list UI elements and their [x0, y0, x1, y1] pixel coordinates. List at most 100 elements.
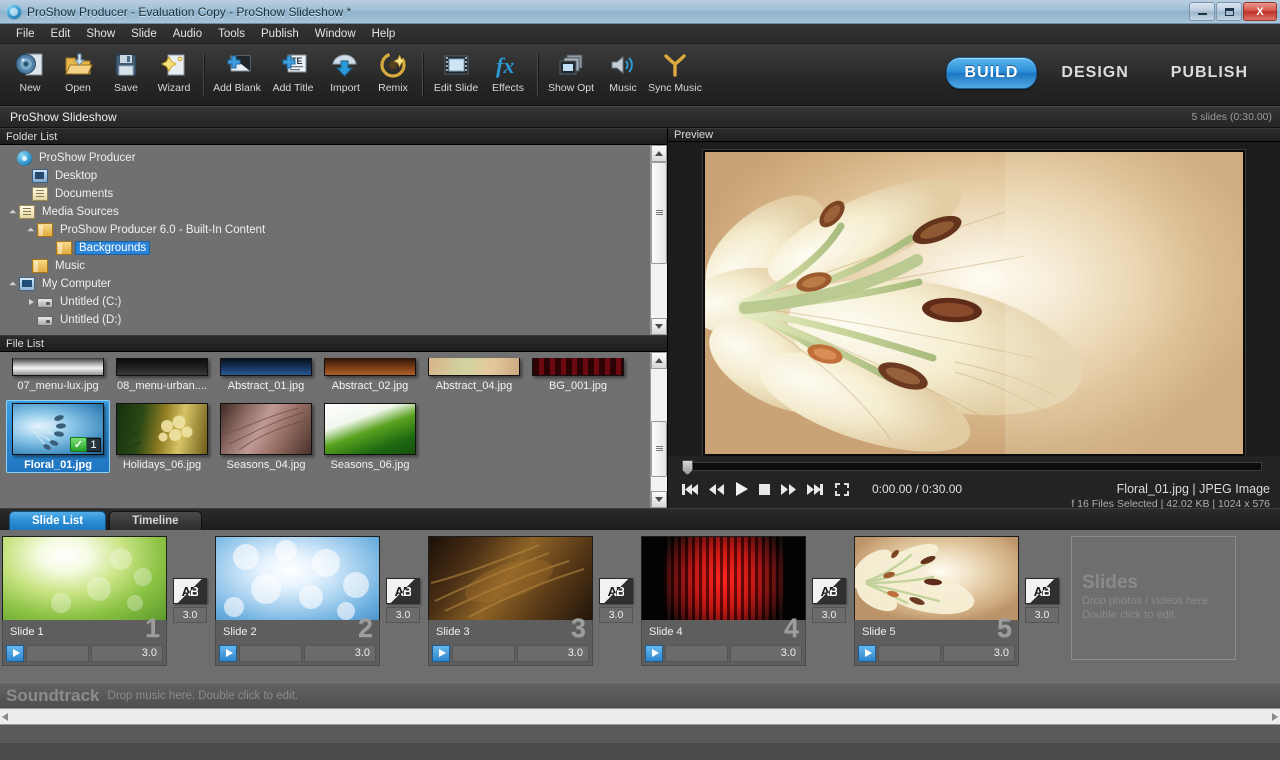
menu-help[interactable]: Help: [364, 26, 404, 42]
slide-thumbnail[interactable]: [854, 536, 1019, 620]
tree-item-documents[interactable]: Documents: [4, 185, 650, 203]
file-item[interactable]: Abstract_01.jpg: [214, 358, 318, 394]
transition-ab-icon[interactable]: AB: [812, 578, 846, 604]
file-item[interactable]: Abstract_04.jpg: [422, 358, 526, 394]
tree-twisty[interactable]: [6, 153, 17, 164]
scroll-thumb[interactable]: [651, 162, 667, 264]
fast-forward-icon[interactable]: [780, 483, 797, 496]
slide-thumbnail[interactable]: [641, 536, 806, 620]
soundtrack-bar[interactable]: Soundtrack Drop music here. Double click…: [0, 682, 1280, 708]
slide-play-button[interactable]: [432, 644, 450, 662]
transition-duration[interactable]: 3.0: [599, 607, 633, 623]
mode-publish-button[interactable]: PUBLISH: [1153, 58, 1266, 88]
slide-duration[interactable]: 3.0: [517, 644, 589, 662]
toolbar-remix-button[interactable]: Remix: [369, 46, 417, 104]
mode-build-button[interactable]: BUILD: [945, 57, 1038, 89]
play-icon[interactable]: [734, 481, 749, 497]
transition-item[interactable]: AB 3.0: [594, 536, 638, 623]
transition-item[interactable]: AB 3.0: [1020, 536, 1064, 623]
file-item[interactable]: Holidays_06.jpg: [110, 400, 214, 473]
slide-item[interactable]: Slide 1 1 3.0: [2, 536, 167, 666]
file-grid[interactable]: 07_menu-lux.jpg 08_menu-urban.... Abstra…: [0, 352, 650, 508]
toolbar-save-button[interactable]: Save: [102, 46, 150, 104]
toolbar-wizard-button[interactable]: Wizard: [150, 46, 198, 104]
scroll-up-icon[interactable]: [651, 352, 667, 369]
transition-item[interactable]: AB 3.0: [168, 536, 212, 623]
tree-item-proshow-producer[interactable]: ProShow Producer: [4, 149, 650, 167]
tree-twisty-expanded-icon[interactable]: [26, 225, 37, 236]
transition-ab-icon[interactable]: AB: [386, 578, 420, 604]
toolbar-add-blank-button[interactable]: Add Blank: [209, 46, 265, 104]
folder-list-scrollbar[interactable]: [650, 145, 667, 335]
slide-thumbnail[interactable]: [428, 536, 593, 620]
toolbar-import-button[interactable]: Import: [321, 46, 369, 104]
menu-edit[interactable]: Edit: [43, 26, 79, 42]
scroll-left-icon[interactable]: [2, 712, 8, 721]
toolbar-effects-button[interactable]: fx Effects: [484, 46, 532, 104]
preview-image[interactable]: [703, 150, 1245, 457]
slides-dropzone[interactable]: Slides Drop photos / videos here. Double…: [1071, 536, 1236, 660]
mode-design-button[interactable]: DESIGN: [1043, 58, 1146, 88]
tree-item-desktop[interactable]: Desktop: [4, 167, 650, 185]
transition-ab-icon[interactable]: AB: [599, 578, 633, 604]
tab-timeline[interactable]: Timeline: [109, 511, 202, 530]
menu-slide[interactable]: Slide: [123, 26, 165, 42]
menu-tools[interactable]: Tools: [210, 26, 253, 42]
horizontal-scrollbar[interactable]: [0, 708, 1280, 725]
file-item[interactable]: Seasons_04.jpg: [214, 400, 318, 473]
toolbar-show-opt-button[interactable]: Show Opt: [543, 46, 599, 104]
transition-item[interactable]: AB 3.0: [381, 536, 425, 623]
transition-duration[interactable]: 3.0: [812, 607, 846, 623]
slide-duration[interactable]: 3.0: [730, 644, 802, 662]
stop-icon[interactable]: [758, 483, 771, 496]
slide-list[interactable]: Slide 1 1 3.0 AB 3.0 Slide 2 2 3.0 AB 3.…: [0, 530, 1280, 682]
slide-duration[interactable]: 3.0: [304, 644, 376, 662]
tree-item-drive-d[interactable]: Untitled (D:): [4, 311, 650, 329]
slide-play-button[interactable]: [858, 644, 876, 662]
transition-duration[interactable]: 3.0: [386, 607, 420, 623]
menu-show[interactable]: Show: [78, 26, 123, 42]
toolbar-new-button[interactable]: New: [6, 46, 54, 104]
tree-twisty[interactable]: [26, 315, 37, 326]
slide-caption-field[interactable]: [239, 644, 302, 662]
file-item[interactable]: Abstract_02.jpg: [318, 358, 422, 394]
scroll-down-icon[interactable]: [651, 491, 667, 508]
toolbar-sync-music-button[interactable]: Sync Music: [647, 46, 703, 104]
menu-file[interactable]: File: [8, 26, 43, 42]
scroll-track[interactable]: [651, 162, 667, 318]
file-list-panel[interactable]: 07_menu-lux.jpg 08_menu-urban.... Abstra…: [0, 352, 667, 508]
tree-item-my-computer[interactable]: My Computer: [4, 275, 650, 293]
fullscreen-icon[interactable]: [835, 482, 849, 496]
tree-twisty[interactable]: [21, 189, 32, 200]
file-list-scrollbar[interactable]: [650, 352, 667, 508]
toolbar-edit-slide-button[interactable]: Edit Slide: [428, 46, 484, 104]
file-item[interactable]: Seasons_06.jpg: [318, 400, 422, 473]
menu-publish[interactable]: Publish: [253, 26, 307, 42]
toolbar-add-title-button[interactable]: TE Add Title: [265, 46, 321, 104]
maximize-button[interactable]: [1216, 2, 1242, 21]
slide-item[interactable]: Slide 4 4 3.0: [641, 536, 806, 666]
file-item[interactable]: 07_menu-lux.jpg: [6, 358, 110, 394]
slide-caption-field[interactable]: [26, 644, 89, 662]
close-button[interactable]: X: [1243, 2, 1277, 21]
toolbar-music-button[interactable]: Music: [599, 46, 647, 104]
tree-twisty[interactable]: [21, 261, 32, 272]
menu-audio[interactable]: Audio: [165, 26, 210, 42]
transition-duration[interactable]: 3.0: [1025, 607, 1059, 623]
tree-item-backgrounds[interactable]: Backgrounds: [4, 239, 650, 257]
tree-twisty[interactable]: [21, 171, 32, 182]
file-item[interactable]: BG_001.jpg: [526, 358, 630, 394]
transition-ab-icon[interactable]: AB: [1025, 578, 1059, 604]
slide-thumbnail[interactable]: [215, 536, 380, 620]
skip-end-icon[interactable]: [806, 483, 823, 496]
tree-twisty-expanded-icon[interactable]: [8, 279, 19, 290]
tree-item-media-sources[interactable]: Media Sources: [4, 203, 650, 221]
tree-twisty-expanded-icon[interactable]: [8, 207, 19, 218]
slide-item[interactable]: Slide 5 5 3.0: [854, 536, 1019, 666]
slide-play-button[interactable]: [6, 644, 24, 662]
slide-duration[interactable]: 3.0: [91, 644, 163, 662]
toolbar-open-button[interactable]: Open: [54, 46, 102, 104]
slide-item[interactable]: Slide 3 3 3.0: [428, 536, 593, 666]
preview-seek-bar[interactable]: [682, 460, 1262, 476]
rewind-icon[interactable]: [708, 483, 725, 496]
